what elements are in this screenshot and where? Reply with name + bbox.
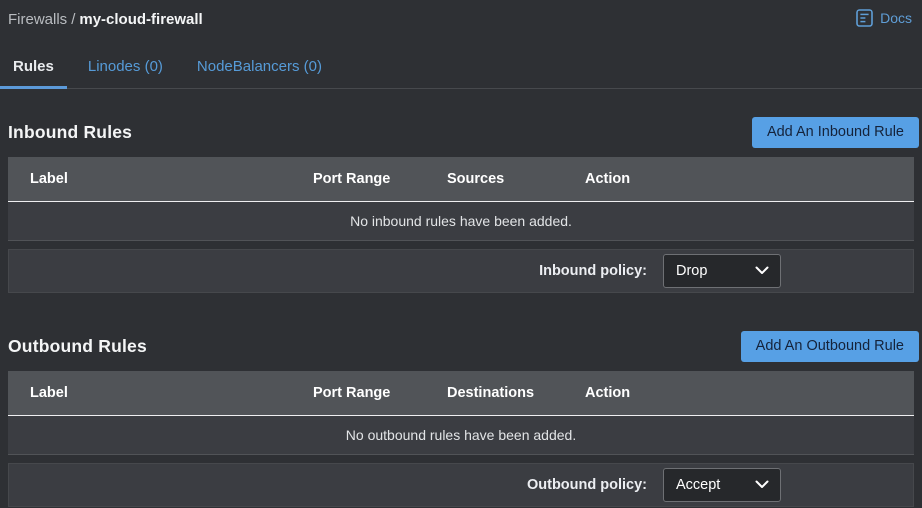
inbound-rules-table: Label Port Range Sources Action No inbou… — [8, 157, 914, 241]
docs-link-label: Docs — [880, 10, 912, 26]
inbound-empty-message: No inbound rules have been added. — [350, 213, 572, 229]
inbound-empty-row: No inbound rules have been added. — [8, 202, 914, 241]
outbound-policy-selected-value: Accept — [676, 477, 720, 493]
outbound-empty-row: No outbound rules have been added. — [8, 416, 914, 455]
inbound-column-sources: Sources — [447, 171, 585, 187]
outbound-empty-message: No outbound rules have been added. — [346, 427, 576, 443]
docs-icon — [856, 9, 873, 27]
add-inbound-rule-button[interactable]: Add An Inbound Rule — [752, 117, 919, 148]
inbound-rules-title: Inbound Rules — [8, 122, 132, 143]
tab-bar: Rules Linodes (0) NodeBalancers (0) — [0, 52, 922, 89]
inbound-policy-selected-value: Drop — [676, 263, 707, 279]
inbound-policy-label: Inbound policy: — [539, 263, 647, 279]
tab-nodebalancers[interactable]: NodeBalancers (0) — [184, 52, 335, 88]
outbound-column-destinations: Destinations — [447, 385, 585, 401]
outbound-column-label: Label — [8, 385, 313, 401]
breadcrumb-separator: / — [71, 11, 75, 28]
outbound-rules-table: Label Port Range Destinations Action No … — [8, 371, 914, 455]
breadcrumb-firewalls-link[interactable]: Firewalls — [8, 11, 67, 28]
outbound-column-port-range: Port Range — [313, 385, 447, 401]
breadcrumb: Firewalls/my-cloud-firewall — [8, 10, 203, 29]
firewall-detail-page: Firewalls/my-cloud-firewall Docs Rules L… — [0, 0, 922, 508]
chevron-down-icon — [755, 477, 769, 493]
tab-linodes[interactable]: Linodes (0) — [75, 52, 176, 88]
outbound-column-action: Action — [585, 385, 914, 401]
breadcrumb-current-firewall: my-cloud-firewall — [79, 11, 202, 28]
inbound-column-port-range: Port Range — [313, 171, 447, 187]
inbound-section-header: Inbound Rules Add An Inbound Rule — [0, 117, 922, 148]
add-outbound-rule-button[interactable]: Add An Outbound Rule — [741, 331, 919, 362]
top-bar: Firewalls/my-cloud-firewall Docs — [0, 0, 922, 29]
inbound-policy-row: Inbound policy: Drop — [8, 249, 914, 293]
outbound-policy-select[interactable]: Accept — [663, 468, 781, 502]
inbound-table-header: Label Port Range Sources Action — [8, 157, 914, 202]
tab-rules[interactable]: Rules — [0, 52, 67, 88]
inbound-column-action: Action — [585, 171, 914, 187]
chevron-down-icon — [755, 263, 769, 279]
docs-link[interactable]: Docs — [856, 9, 914, 27]
outbound-policy-label: Outbound policy: — [527, 477, 647, 493]
inbound-column-label: Label — [8, 171, 313, 187]
outbound-table-header: Label Port Range Destinations Action — [8, 371, 914, 416]
outbound-section-header: Outbound Rules Add An Outbound Rule — [0, 331, 922, 362]
outbound-rules-title: Outbound Rules — [8, 336, 147, 357]
inbound-policy-select[interactable]: Drop — [663, 254, 781, 288]
outbound-policy-row: Outbound policy: Accept — [8, 463, 914, 507]
